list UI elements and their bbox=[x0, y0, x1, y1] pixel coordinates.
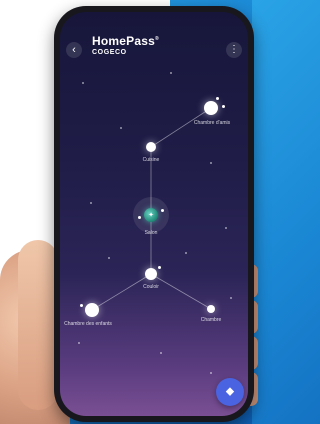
room-node-cuisine[interactable] bbox=[146, 142, 156, 152]
device-dot bbox=[138, 216, 141, 219]
device-dot bbox=[222, 105, 225, 108]
device-dot bbox=[80, 304, 83, 307]
room-label: Chambre bbox=[200, 317, 222, 323]
hub-label: Salon bbox=[144, 230, 158, 236]
layers-button[interactable]: ◆ bbox=[216, 378, 244, 406]
hub-node[interactable]: ✦ bbox=[144, 208, 158, 222]
layers-icon: ◆ bbox=[225, 385, 235, 398]
room-label: Couloir bbox=[143, 284, 159, 290]
room-label: Chambre des enfants bbox=[64, 321, 112, 327]
device-dot bbox=[161, 209, 164, 212]
room-node-chambre-amis[interactable] bbox=[204, 101, 218, 115]
room-node-couloir[interactable] bbox=[145, 268, 157, 280]
room-node-chambre[interactable] bbox=[207, 305, 215, 313]
app-screen: ‹ HomePass® COGECO ⋮ Chambre d'amis Cuis… bbox=[60, 12, 248, 416]
wifi-icon: ✦ bbox=[148, 212, 154, 219]
device-dot bbox=[216, 97, 219, 100]
device-dot bbox=[158, 266, 161, 269]
room-label: Chambre d'amis bbox=[193, 120, 231, 126]
room-label: Cuisine bbox=[142, 157, 160, 163]
phone-frame: ‹ HomePass® COGECO ⋮ Chambre d'amis Cuis… bbox=[54, 6, 254, 422]
room-node-chambre-enfants[interactable] bbox=[85, 303, 99, 317]
